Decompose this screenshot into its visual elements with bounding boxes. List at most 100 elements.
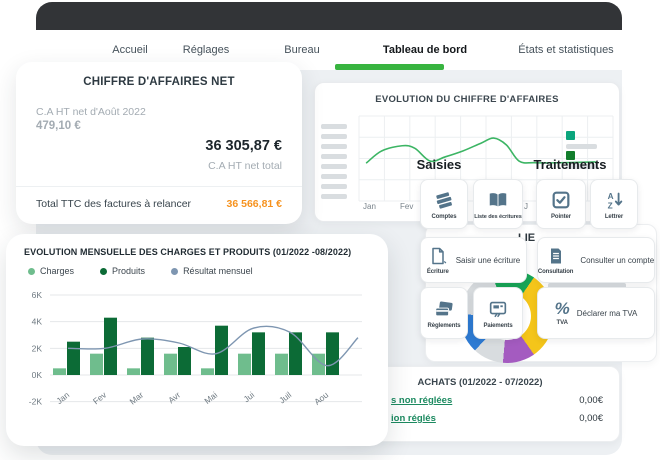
bar-produits: [141, 337, 154, 375]
document-pencil-icon: [432, 247, 447, 264]
legend-label: Résultat mensuel: [183, 266, 253, 276]
svg-text:A: A: [608, 192, 614, 201]
tile-liste-ecritures[interactable]: Liste des écritures: [473, 179, 523, 229]
ytick-label: 6K: [32, 290, 43, 300]
bar-produits: [326, 332, 339, 375]
bar-charges: [238, 353, 251, 375]
bar-charges: [90, 353, 103, 375]
legend-dot-produits: [100, 267, 108, 275]
bar-charges: [201, 368, 214, 375]
tile-consulter-compte[interactable]: Consultation Consulter un compte: [537, 237, 655, 283]
xaxis-label: Jan: [363, 202, 376, 211]
xaxis-label: J: [524, 202, 528, 211]
tile-label: TVA: [556, 320, 568, 326]
card-charges-produits: EVOLUTION MENSUELLE DES CHARGES ET PRODU…: [6, 234, 388, 446]
tile-paiements[interactable]: Paiements: [473, 287, 523, 339]
tab-bureau[interactable]: Bureau: [284, 44, 319, 56]
window-titlebar: [36, 2, 622, 30]
ca-month-label: C.A HT net d'Août 2022: [36, 106, 146, 118]
tile-lettrer[interactable]: A Z Lettrer: [590, 179, 638, 229]
xtick-label: Juil: [277, 390, 293, 406]
tile-label: Comptes: [431, 213, 457, 220]
xtick-label: Mai: [202, 390, 219, 406]
achats-link-non-reglees[interactable]: s non réglées: [391, 395, 452, 406]
credit-cards-icon: [435, 300, 453, 316]
ytick-label: 4K: [32, 317, 43, 327]
tile-icon-column: Écriture: [427, 246, 449, 275]
tile-icon-column: % TVA: [555, 300, 570, 326]
ca-month-value: 479,10 €: [36, 120, 81, 132]
books-icon: [436, 191, 452, 209]
tile-label: Consultation: [537, 268, 574, 275]
xtick-label: Jan: [54, 390, 71, 406]
legend-label: Charges: [40, 266, 75, 276]
percent-icon: %: [554, 299, 570, 318]
xaxis-label: Fev: [400, 202, 414, 211]
tile-declarer-tva[interactable]: % TVA Déclarer ma TVA: [537, 287, 655, 339]
tile-label: Paiements: [483, 322, 513, 329]
legend-swatch-teal: [566, 131, 575, 140]
tab-reglages[interactable]: Réglages: [183, 44, 229, 56]
bar-produits: [178, 347, 191, 375]
achats-link-regles[interactable]: ion réglés: [391, 413, 436, 424]
legend-item-produits: Produits: [100, 266, 145, 276]
bar-produits: [67, 341, 80, 375]
sort-az-icon: A Z: [608, 192, 623, 210]
ytick-label: -2K: [29, 397, 43, 407]
legend-dot-charges: [28, 267, 35, 275]
charges-produits-chart: 6K4K2K0K-2K Jan Fev Mar Avr Mai Jui Juil Aou: [29, 290, 362, 407]
bar-charges: [127, 368, 140, 375]
relance-value: 36 566,81 €: [226, 198, 282, 210]
bar-produits: [289, 332, 302, 375]
legend-dot-resultat: [171, 267, 179, 275]
payment-terminal-icon: [489, 301, 507, 317]
relance-label: Total TTC des factures à relancer: [36, 198, 192, 210]
tab-etats-statistiques[interactable]: États et statistiques: [518, 44, 613, 56]
bar-produits: [215, 325, 228, 375]
achats-value: 0,00€: [579, 395, 603, 406]
bar-charges: [275, 353, 288, 375]
legend-skeleton-label: [566, 144, 597, 149]
achats-value: 0,00€: [579, 413, 603, 424]
bar-charges: [164, 353, 177, 375]
xtick-label: Aou: [312, 390, 330, 407]
tile-description: Saisir une écriture: [455, 255, 521, 265]
tile-pointer[interactable]: Pointer: [536, 179, 586, 229]
shortcuts-header-traitements: Traitements: [533, 157, 607, 172]
bar-charges: [53, 368, 66, 375]
dashboard-screenshot: Accueil Réglages Bureau Tableau de bord …: [0, 0, 660, 460]
ca-total-value: 36 305,87 €: [205, 138, 282, 154]
tile-icon-column: Consultation: [538, 246, 573, 275]
tile-saisir-ecriture[interactable]: Écriture Saisir une écriture: [420, 237, 527, 283]
legend-label: Produits: [112, 266, 146, 276]
divider: [16, 186, 302, 187]
xtick-label: Fev: [91, 389, 109, 406]
svg-text:Z: Z: [608, 201, 613, 210]
legend-item-resultat: Résultat mensuel: [171, 266, 253, 276]
checkbox-icon: [552, 191, 570, 208]
shortcuts-header-saisies: Saisies: [416, 157, 462, 172]
document-lines-icon: [550, 248, 561, 263]
bar-produits: [252, 332, 265, 375]
ytick-label: 2K: [32, 343, 43, 353]
tile-comptes[interactable]: Comptes: [420, 179, 468, 229]
tile-label: Liste des écritures: [474, 213, 522, 220]
tile-label: Écriture: [426, 268, 449, 275]
tile-label: Règlements: [427, 322, 461, 329]
card-title: EVOLUTION MENSUELLE DES CHARGES ET PRODU…: [24, 247, 352, 257]
legend-item-charges: Charges: [28, 266, 74, 276]
tab-accueil[interactable]: Accueil: [112, 44, 147, 56]
tile-label: Pointer: [551, 213, 571, 220]
chart-legend: Charges Produits Résultat mensuel: [28, 266, 253, 276]
tile-description: Consulter un compte: [580, 255, 655, 265]
card-title: CHIFFRE D'AFFAIRES NET: [83, 76, 235, 88]
tab-tableau-de-bord[interactable]: Tableau de bord: [383, 44, 467, 56]
card-chiffre-affaires: CHIFFRE D'AFFAIRES NET C.A HT net d'Août…: [16, 62, 302, 224]
tile-description: Déclarer ma TVA: [576, 308, 638, 318]
tile-reglements[interactable]: Règlements: [420, 287, 468, 339]
ca-total-label: C.A HT net total: [208, 160, 282, 172]
open-book-icon: [489, 192, 507, 206]
active-tab-underline: [335, 64, 444, 70]
xtick-label: Mar: [128, 390, 146, 407]
tile-label: Lettrer: [604, 213, 624, 220]
